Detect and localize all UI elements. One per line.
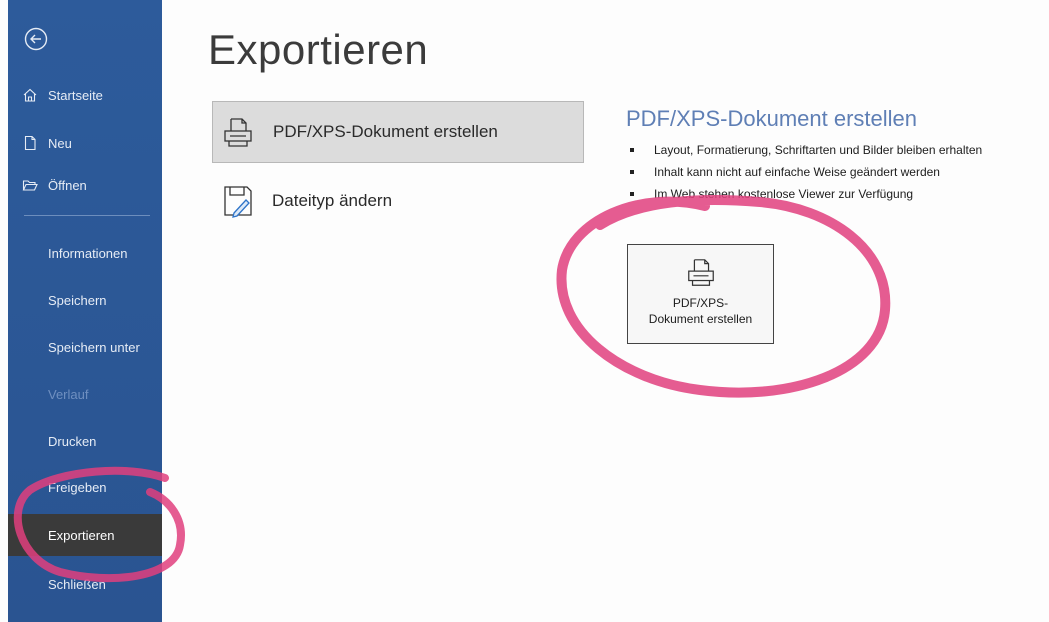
nav-label: Schließen bbox=[48, 576, 106, 592]
pdf-document-icon bbox=[221, 115, 255, 149]
nav-informationen[interactable]: Informationen bbox=[8, 233, 162, 273]
feature-text: Im Web stehen kostenlose Viewer zur Verf… bbox=[654, 187, 914, 201]
create-button-label-line2: Dokument erstellen bbox=[648, 312, 753, 326]
back-button[interactable] bbox=[24, 27, 48, 51]
nav-label: Informationen bbox=[48, 245, 128, 261]
feature-list: Layout, Formatierung, Schriftarten und B… bbox=[630, 139, 982, 205]
nav-label: Speichern unter bbox=[48, 339, 140, 355]
feature-text: Layout, Formatierung, Schriftarten und B… bbox=[654, 143, 983, 157]
feature-list-item: Im Web stehen kostenlose Viewer zur Verf… bbox=[630, 183, 982, 205]
nav-label: Startseite bbox=[48, 87, 103, 103]
feature-list-item: Inhalt kann nicht auf einfache Weise geä… bbox=[630, 161, 982, 183]
create-button-label: PDF/XPS- Dokument erstellen bbox=[641, 295, 761, 327]
bullet-icon bbox=[630, 170, 634, 174]
nav-label: Speichern bbox=[48, 292, 107, 308]
export-option-pdf-xps[interactable]: PDF/XPS-Dokument erstellen bbox=[212, 101, 584, 163]
export-option-change-file-type[interactable]: Dateityp ändern bbox=[212, 170, 584, 232]
nav-drucken[interactable]: Drucken bbox=[8, 421, 162, 461]
sidebar-divider bbox=[24, 215, 150, 216]
bullet-icon bbox=[630, 148, 634, 152]
nav-label: Verlauf bbox=[48, 386, 89, 402]
nav-speichern[interactable]: Speichern bbox=[8, 280, 162, 320]
nav-oeffnen[interactable]: Öffnen bbox=[8, 165, 162, 205]
page-title: Exportieren bbox=[208, 26, 429, 73]
back-arrow-icon bbox=[24, 27, 48, 51]
nav-freigeben[interactable]: Freigeben bbox=[8, 467, 162, 507]
nav-verlauf[interactable]: Verlauf bbox=[8, 374, 162, 414]
bullet-icon bbox=[630, 192, 634, 196]
backstage-sidebar: Startseite Neu Öffnen Informationen Spei… bbox=[8, 0, 162, 622]
pdf-document-icon bbox=[685, 257, 717, 289]
nav-label: Öffnen bbox=[48, 177, 87, 193]
nav-startseite[interactable]: Startseite bbox=[8, 75, 162, 115]
nav-label: Exportieren bbox=[48, 527, 115, 543]
nav-label: Freigeben bbox=[48, 479, 107, 495]
export-option-label: PDF/XPS-Dokument erstellen bbox=[273, 122, 498, 141]
nav-label: Drucken bbox=[48, 433, 97, 449]
create-button-label-line1: PDF/XPS- bbox=[672, 296, 729, 310]
create-pdf-xps-button[interactable]: PDF/XPS- Dokument erstellen bbox=[627, 244, 774, 344]
nav-neu[interactable]: Neu bbox=[8, 123, 162, 163]
nav-label: Neu bbox=[48, 135, 72, 151]
home-icon bbox=[22, 87, 38, 103]
new-document-icon bbox=[22, 135, 38, 151]
export-option-label: Dateityp ändern bbox=[272, 191, 393, 210]
folder-open-icon bbox=[22, 177, 38, 193]
nav-schliessen[interactable]: Schließen bbox=[8, 564, 162, 604]
detail-title: PDF/XPS-Dokument erstellen bbox=[626, 106, 917, 131]
feature-list-item: Layout, Formatierung, Schriftarten und B… bbox=[630, 139, 982, 161]
change-file-type-icon bbox=[220, 184, 254, 218]
nav-exportieren[interactable]: Exportieren bbox=[8, 514, 162, 556]
nav-speichern-unter[interactable]: Speichern unter bbox=[8, 327, 162, 367]
feature-text: Inhalt kann nicht auf einfache Weise geä… bbox=[654, 165, 940, 179]
